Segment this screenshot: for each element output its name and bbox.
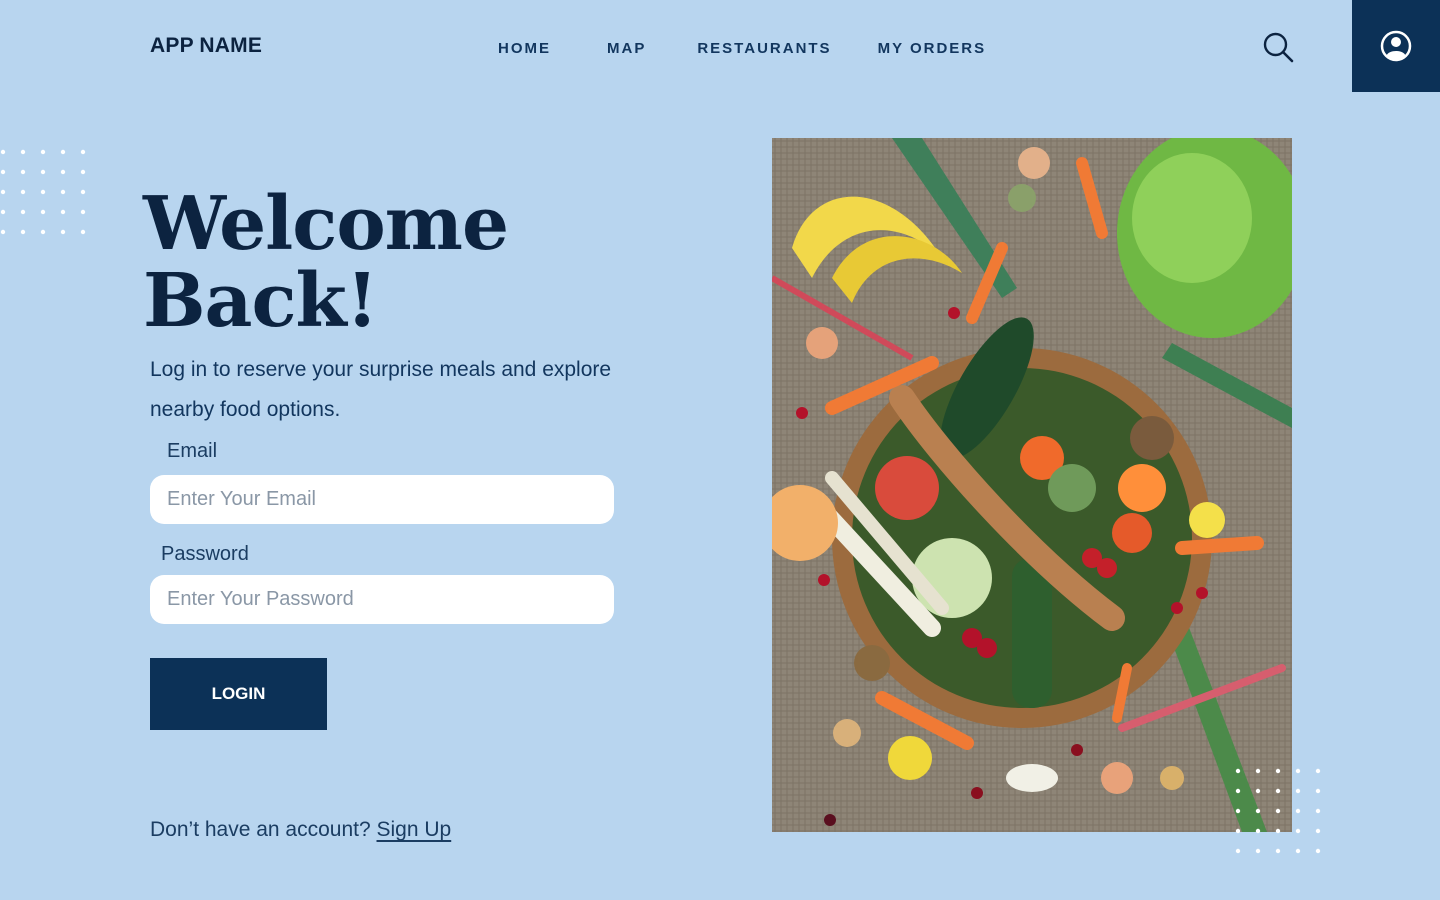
nav-home[interactable]: HOME xyxy=(498,40,551,57)
nav-my-orders[interactable]: MY ORDERS xyxy=(878,40,987,57)
profile-button[interactable] xyxy=(1352,0,1440,92)
signup-prompt-text: Don’t have an account? xyxy=(150,818,371,841)
vegetable-basket-illustration xyxy=(772,138,1292,832)
signup-link[interactable]: Sign Up xyxy=(377,818,452,841)
login-button[interactable]: LOGIN xyxy=(150,658,327,730)
hero-image xyxy=(772,138,1292,832)
password-label: Password xyxy=(161,543,249,565)
page-subtitle: Log in to reserve your surprise meals an… xyxy=(150,358,612,421)
nav-restaurants[interactable]: RESTAURANTS xyxy=(697,40,831,57)
main-nav: HOME MAP RESTAURANTS MY ORDERS xyxy=(498,40,986,57)
title-line-1: Welcome xyxy=(143,181,509,267)
password-field[interactable] xyxy=(150,575,614,624)
nav-map[interactable]: MAP xyxy=(607,40,646,57)
title-line-2: Back! xyxy=(143,258,378,344)
user-circle-icon xyxy=(1380,30,1412,62)
page-title: Welcome Back! xyxy=(143,186,509,340)
app-name: APP NAME xyxy=(150,34,263,57)
decorative-dots-top xyxy=(0,149,86,235)
search-icon[interactable] xyxy=(1262,31,1294,63)
signup-prompt: Don’t have an account? Sign Up xyxy=(150,818,451,842)
decorative-dots-bottom xyxy=(1235,768,1321,854)
email-label: Email xyxy=(167,440,218,462)
email-field[interactable] xyxy=(150,475,614,524)
